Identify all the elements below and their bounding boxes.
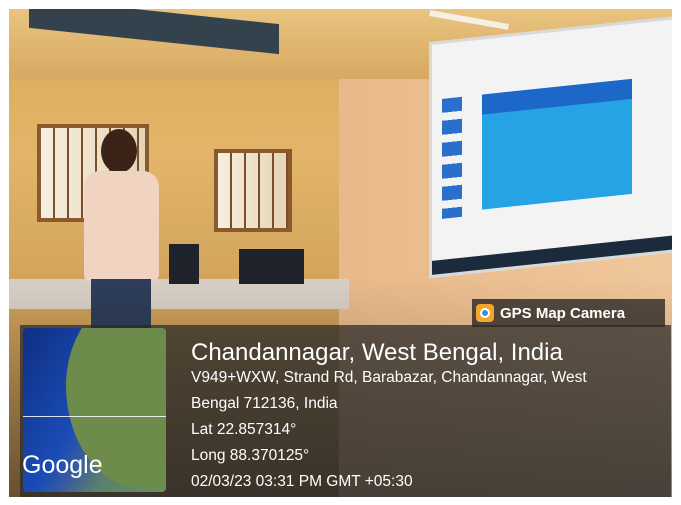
badge-label: GPS Map Camera — [500, 304, 626, 322]
map-camera-icon — [476, 304, 494, 322]
gps-map-camera-badge: GPS Map Camera — [472, 299, 665, 327]
address-line-1: V949+WXW, Strand Rd, Barabazar, Chandann… — [191, 369, 587, 386]
location-card: Google Chandannagar, West Bengal, India … — [20, 325, 671, 497]
map-thumbnail: Google — [23, 328, 166, 492]
date-time: 02/03/23 03:31 PM GMT +05:30 — [191, 473, 413, 490]
map-boundary-line — [23, 416, 166, 417]
latitude: Lat 22.857314° — [191, 421, 297, 438]
google-logo: Google — [23, 451, 103, 479]
address-line-2: Bengal 712136, India — [191, 395, 338, 412]
place-title: Chandannagar, West Bengal, India — [191, 339, 563, 366]
longitude: Long 88.370125° — [191, 447, 310, 464]
